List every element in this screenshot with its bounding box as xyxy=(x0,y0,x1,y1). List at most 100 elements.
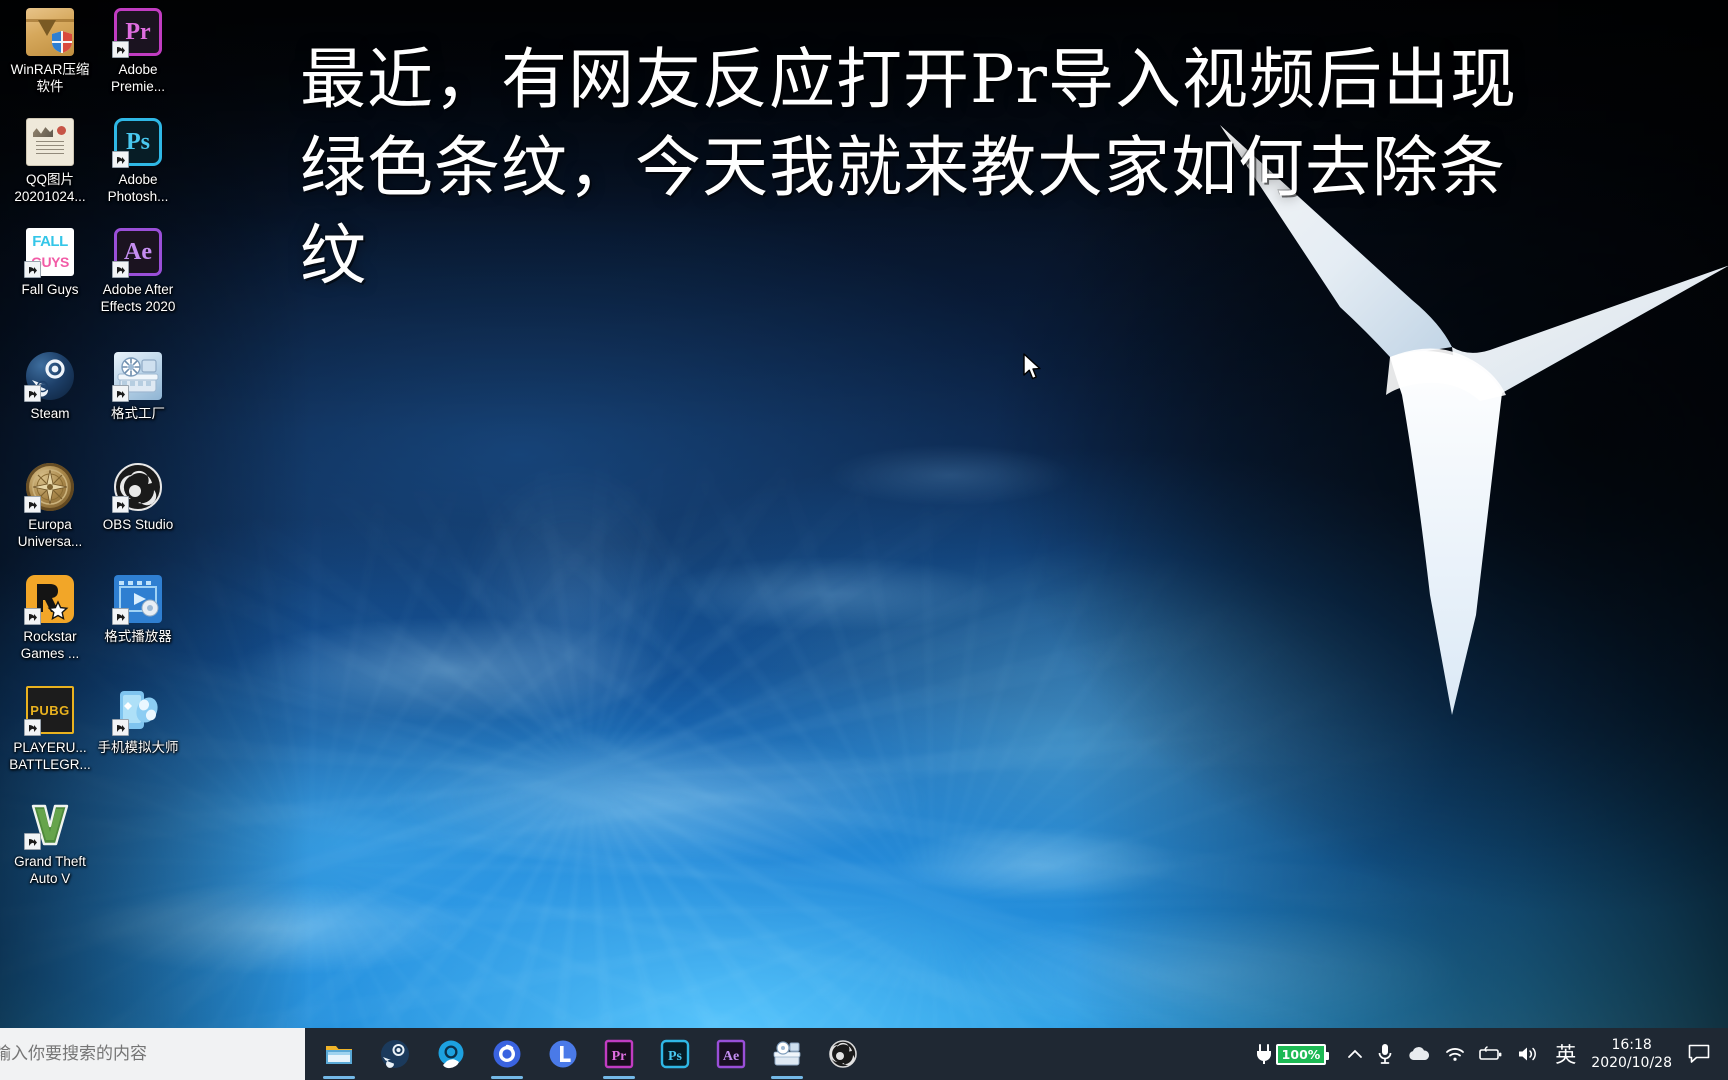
svg-text:Ps: Ps xyxy=(668,1049,683,1064)
pubg-icon: PUBG xyxy=(24,686,74,736)
system-tray: 100% 英 16:18 2020/10/28 xyxy=(1248,1028,1728,1080)
360-browser-icon xyxy=(492,1039,522,1069)
taskbar-app-file-explorer[interactable] xyxy=(311,1028,367,1080)
fall-guys-glyph-top: FALL xyxy=(32,233,68,250)
gta-v-icon xyxy=(24,800,74,850)
desktop-icon-label: Adobe Premie... xyxy=(110,62,165,94)
clock-date: 2020/10/28 xyxy=(1591,1055,1672,1071)
desktop-icon-label: Rockstar Games ... xyxy=(20,629,80,661)
desktop-icon-after-effects[interactable]: Ae Adobe After Effects 2020 xyxy=(92,228,184,315)
desktop-icon-label: Adobe Photosh... xyxy=(107,172,169,204)
desktop-screen: 最近，有网友反应打开Pr导入视频后出现绿色条纹，今天我就来教大家如何去除条纹 W… xyxy=(0,0,1728,1080)
shortcut-arrow-icon xyxy=(24,833,41,850)
taskbar-app-360-browser[interactable] xyxy=(479,1028,535,1080)
desktop-wallpaper[interactable] xyxy=(0,0,1728,1080)
microphone-icon[interactable] xyxy=(1370,1028,1400,1080)
rockstar-games-icon xyxy=(24,575,74,625)
desktop-icon-label: WinRAR压缩软件 xyxy=(10,62,90,94)
phone-emulator-icon xyxy=(112,686,162,736)
shortcut-arrow-icon xyxy=(112,496,129,513)
desktop-icon-label: Steam xyxy=(30,406,70,421)
taskbar-app-photoshop[interactable]: Ps xyxy=(647,1028,703,1080)
chevron-up-icon[interactable] xyxy=(1333,1028,1370,1080)
taskbar-search-box[interactable] xyxy=(0,1028,305,1080)
qq-browser-icon xyxy=(436,1039,466,1069)
desktop-icon-rockstar[interactable]: Rockstar Games ... xyxy=(4,575,96,662)
action-center-icon[interactable] xyxy=(1682,1028,1722,1080)
shortcut-arrow-icon xyxy=(112,151,129,168)
shortcut-arrow-icon xyxy=(112,719,129,736)
mouse-cursor-icon xyxy=(1022,353,1044,383)
shortcut-arrow-icon xyxy=(112,261,129,278)
adobe-photoshop-icon: Ps xyxy=(660,1039,690,1069)
desktop-icon-format-player[interactable]: 格式播放器 xyxy=(92,575,184,645)
desktop-icon-label: OBS Studio xyxy=(102,517,174,532)
folder-icon xyxy=(324,1039,354,1069)
taskbar-app-after-effects[interactable]: Ae xyxy=(703,1028,759,1080)
search-input[interactable] xyxy=(0,1028,299,1080)
taskbar-app-buttons: Pr Ps Ae xyxy=(311,1028,871,1080)
desktop-icon-europa[interactable]: Europa Universa... xyxy=(4,463,96,550)
ime-label: 英 xyxy=(1555,1043,1577,1067)
taskbar-app-qq-browser[interactable] xyxy=(423,1028,479,1080)
desktop-icon-label: 格式播放器 xyxy=(104,629,172,644)
desktop-icon-label: 手机模拟大师 xyxy=(97,740,179,755)
ime-indicator[interactable]: 英 xyxy=(1546,1028,1585,1080)
taskbar: Pr Ps Ae xyxy=(0,1028,1728,1080)
desktop-icon-winrar[interactable]: WinRAR压缩软件 xyxy=(4,8,96,95)
desktop-icon-format-factory[interactable]: 格式工厂 xyxy=(92,352,184,422)
desktop-icon-premiere[interactable]: Pr Adobe Premie... xyxy=(92,8,184,95)
adobe-photoshop-icon: Ps xyxy=(112,118,162,168)
format-factory-icon xyxy=(112,352,162,402)
lenovo-icon xyxy=(548,1039,578,1069)
desktop-icon-qq-image[interactable]: QQ图片20201024... xyxy=(4,118,96,205)
desktop-icon-fall-guys[interactable]: FALL GUYS Fall Guys xyxy=(4,228,96,298)
battery-percent-badge[interactable]: 100% xyxy=(1275,1028,1334,1080)
svg-text:Ae: Ae xyxy=(723,1049,739,1064)
desktop-icon-label: Grand Theft Auto V xyxy=(14,854,86,886)
taskbar-app-lenovo[interactable] xyxy=(535,1028,591,1080)
battery-icon[interactable] xyxy=(1472,1028,1510,1080)
desktop-icon-steam[interactable]: Steam xyxy=(4,352,96,422)
desktop-icon-label: QQ图片20201024... xyxy=(14,172,86,204)
format-player-icon xyxy=(112,575,162,625)
onedrive-cloud-icon[interactable] xyxy=(1400,1028,1438,1080)
shortcut-arrow-icon xyxy=(112,385,129,402)
shortcut-arrow-icon xyxy=(24,496,41,513)
obs-studio-icon xyxy=(828,1039,858,1069)
qq-image-icon xyxy=(26,118,74,166)
steam-icon xyxy=(24,352,74,402)
desktop-icon-label: Europa Universa... xyxy=(17,517,83,549)
shortcut-arrow-icon xyxy=(112,41,129,58)
svg-text:Pr: Pr xyxy=(612,1049,627,1064)
wifi-icon[interactable] xyxy=(1438,1028,1472,1080)
desktop-icon-gta-v[interactable]: Grand Theft Auto V xyxy=(4,800,96,887)
shortcut-arrow-icon xyxy=(24,385,41,402)
power-plug-icon[interactable] xyxy=(1248,1028,1280,1080)
fall-guys-icon: FALL GUYS xyxy=(24,228,74,278)
desktop-icon-label: 格式工厂 xyxy=(111,406,165,421)
wallpaper-star-emblem-icon xyxy=(1190,95,1728,735)
battery-percent-label: 100% xyxy=(1275,1043,1329,1065)
adobe-premiere-icon: Pr xyxy=(112,8,162,58)
adobe-after-effects-icon: Ae xyxy=(716,1039,746,1069)
shortcut-arrow-icon xyxy=(24,719,41,736)
shortcut-arrow-icon xyxy=(112,608,129,625)
clock-time: 16:18 xyxy=(1611,1037,1652,1053)
adobe-after-effects-icon: Ae xyxy=(112,228,162,278)
speaker-icon[interactable] xyxy=(1510,1028,1546,1080)
europa-universalis-icon xyxy=(24,463,74,513)
desktop-icon-phone-emulator[interactable]: 手机模拟大师 xyxy=(92,686,184,756)
desktop-icon-label: Adobe After Effects 2020 xyxy=(100,282,176,314)
adobe-premiere-icon: Pr xyxy=(604,1039,634,1069)
taskbar-app-steam[interactable] xyxy=(367,1028,423,1080)
desktop-icon-label: PLAYERU... BATTLEGR... xyxy=(9,740,91,772)
desktop-icon-photoshop[interactable]: Ps Adobe Photosh... xyxy=(92,118,184,205)
taskbar-clock[interactable]: 16:18 2020/10/28 xyxy=(1585,1036,1682,1072)
taskbar-app-premiere[interactable]: Pr xyxy=(591,1028,647,1080)
desktop-icon-obs-studio[interactable]: OBS Studio xyxy=(92,463,184,533)
taskbar-app-format-factory[interactable] xyxy=(759,1028,815,1080)
pubg-glyph: PUBG xyxy=(30,702,70,718)
taskbar-app-obs-studio[interactable] xyxy=(815,1028,871,1080)
desktop-icon-pubg[interactable]: PUBG PLAYERU... BATTLEGR... xyxy=(4,686,96,773)
